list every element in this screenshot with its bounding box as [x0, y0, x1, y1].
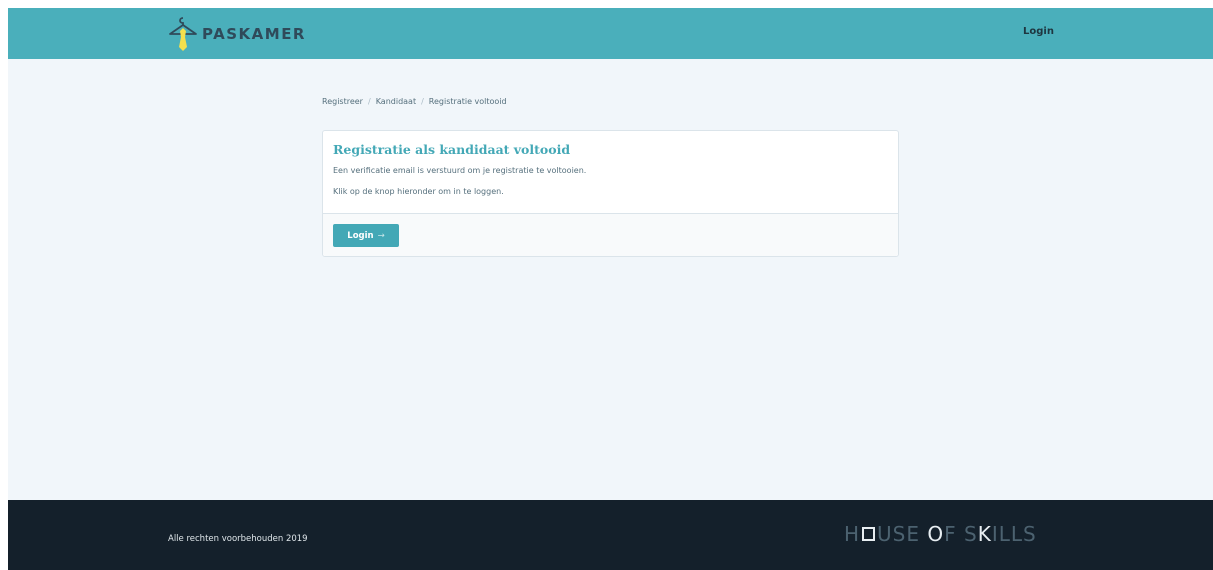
breadcrumb-separator: / — [421, 97, 424, 106]
logo-square-icon — [862, 527, 876, 541]
breadcrumb-item-kandidaat[interactable]: Kandidaat — [376, 97, 416, 106]
copyright-text: Alle rechten voorbehouden 2019 — [168, 534, 308, 544]
breadcrumb-item-current: Registratie voltooid — [428, 97, 507, 106]
login-button-label: Login — [347, 230, 374, 241]
login-instruction: Klik op de knop hieronder om in te logge… — [333, 187, 504, 196]
logo-letter: H — [844, 522, 861, 546]
logo-letter: S — [964, 522, 978, 546]
login-button[interactable]: Login → — [333, 224, 399, 247]
arrow-right-icon: → — [377, 230, 385, 241]
logo-letter-highlight: K — [977, 522, 992, 546]
login-link[interactable]: Login — [1023, 26, 1054, 37]
breadcrumb: Registreer / Kandidaat / Registratie voltooi… — [322, 97, 507, 106]
card-footer: Login → — [323, 214, 898, 256]
card-body: Registratie als kandidaat voltooid Een v… — [323, 131, 898, 214]
breadcrumb-item-registreer[interactable]: Registreer — [322, 97, 363, 106]
card-title: Registratie als kandidaat voltooid — [333, 142, 571, 157]
hanger-tie-icon — [169, 17, 197, 51]
logo-letters: USE — [877, 522, 921, 546]
logo-letters: ILLS — [991, 522, 1037, 546]
verification-message: Een verificatie email is verstuurd om je… — [333, 166, 587, 175]
page-frame: PASKAMER Login Registreer / Kandidaat / Regi… — [8, 8, 1213, 570]
breadcrumb-separator: / — [367, 97, 371, 106]
logo-letter-highlight: O — [927, 522, 945, 546]
brand-name: PASKAMER — [202, 25, 306, 43]
top-navbar: PASKAMER Login — [8, 8, 1213, 59]
registration-complete-card: Registratie als kandidaat voltooid Een v… — [322, 130, 899, 257]
house-of-skills-logo[interactable]: H USE OF S K ILLS — [844, 522, 1037, 546]
site-footer: Alle rechten voorbehouden 2019 H USE OF S… — [8, 500, 1213, 570]
brand-logo[interactable]: PASKAMER — [168, 14, 306, 54]
logo-letter: F — [944, 522, 957, 546]
